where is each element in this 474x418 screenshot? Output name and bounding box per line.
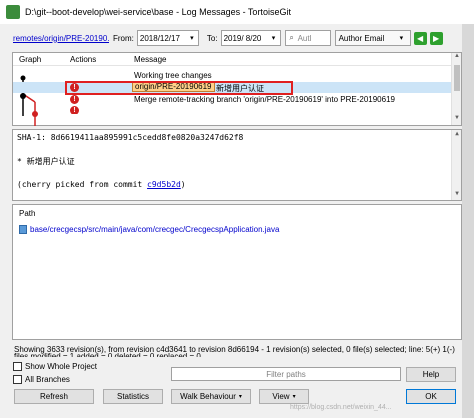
cherry-suffix: ) bbox=[180, 180, 186, 189]
from-date-picker[interactable]: 2018/12/17 ▾ bbox=[136, 30, 199, 46]
chevron-down-icon: ▾ bbox=[238, 394, 242, 400]
commit-message: Merge remote-tracking branch 'origin/PRE… bbox=[134, 95, 395, 104]
filter-paths-input[interactable]: Filter paths bbox=[171, 367, 401, 381]
previous-arrow-button[interactable]: ◀ bbox=[413, 31, 427, 45]
chevron-down-icon: ▾ bbox=[399, 35, 404, 42]
all-branches-checkbox[interactable]: All Branches bbox=[13, 375, 70, 384]
from-label: From: bbox=[113, 33, 134, 43]
cherry-prefix: (cherry picked from commit bbox=[17, 180, 148, 189]
window-title: D:\git--boot-develop\wei-service\base - … bbox=[25, 7, 291, 17]
scroll-up-icon[interactable]: ▲ bbox=[452, 130, 462, 140]
watermark-text: https://blog.csdn.net/weixin_44... bbox=[290, 404, 392, 411]
modified-icon: ! bbox=[70, 95, 79, 104]
title-bar: D:\git--boot-develop\wei-service\base - … bbox=[0, 0, 474, 24]
column-header-message[interactable]: Message bbox=[134, 55, 166, 64]
checkbox-box[interactable] bbox=[13, 362, 22, 371]
changed-paths-panel[interactable]: Path base/crecgecsp/src/main/java/com/cr… bbox=[12, 204, 462, 340]
file-path[interactable]: base/crecgecsp/src/main/java/com/crecgec… bbox=[30, 225, 279, 234]
log-row[interactable]: Working tree changes bbox=[13, 70, 461, 81]
view-button[interactable]: View ▾ bbox=[259, 389, 309, 404]
file-row[interactable]: base/crecgecsp/src/main/java/com/crecgec… bbox=[19, 225, 279, 234]
scroll-thumb[interactable] bbox=[454, 65, 460, 91]
search-icon: ⌕ bbox=[289, 33, 294, 42]
next-arrow-button[interactable]: ▶ bbox=[429, 31, 443, 45]
sha-line: SHA-1: 8d6619411aa895991c5cedd8fe0820a32… bbox=[17, 133, 244, 142]
log-row[interactable]: ! Merge remote-tracking branch 'origin/P… bbox=[13, 94, 461, 105]
log-list[interactable]: Graph Actions Message Working tree chang… bbox=[12, 52, 462, 126]
modified-icon: ! bbox=[70, 106, 79, 114]
highlight-annotation bbox=[65, 81, 293, 95]
calendar-dropdown-icon[interactable]: ▾ bbox=[268, 31, 280, 45]
scroll-down-icon[interactable]: ▼ bbox=[452, 190, 462, 200]
to-date-picker[interactable]: 2019/ 8/20 ▾ bbox=[220, 30, 281, 46]
column-header-actions[interactable]: Actions bbox=[70, 55, 96, 64]
log-list-header: Graph Actions Message bbox=[13, 53, 461, 66]
commit-subject: * 新增用户认证 bbox=[17, 157, 75, 166]
all-branches-label: All Branches bbox=[25, 375, 70, 384]
column-header-graph[interactable]: Graph bbox=[19, 55, 41, 64]
commit-message: Working tree changes bbox=[134, 71, 212, 80]
tortoisegit-icon bbox=[6, 5, 20, 19]
view-label: View bbox=[272, 392, 290, 401]
from-date-value: 2018/12/17 bbox=[139, 33, 180, 43]
ok-button[interactable]: OK bbox=[406, 389, 456, 404]
log-row-partial[interactable]: ! bbox=[13, 106, 461, 114]
statistics-button[interactable]: Statistics bbox=[103, 389, 163, 404]
walk-behaviour-label: Walk Behaviour bbox=[180, 392, 236, 401]
log-scrollbar[interactable]: ▲ ▼ bbox=[451, 53, 461, 125]
walk-behaviour-button[interactable]: Walk Behaviour ▾ bbox=[171, 389, 251, 404]
search-field-value: Author Email bbox=[338, 33, 385, 43]
toolbar: remotes/origin/PRE-20190... From: 2018/1… bbox=[0, 27, 462, 49]
search-input[interactable]: ⌕ Autl bbox=[284, 30, 331, 46]
status-text-secondary: files modified = 1 added = 0 deleted = 0… bbox=[14, 353, 462, 357]
cherry-hash-link[interactable]: c9d5b2d bbox=[147, 180, 181, 189]
show-whole-project-label: Show Whole Project bbox=[25, 362, 98, 371]
search-field-select[interactable]: Author Email ▾ bbox=[334, 30, 411, 46]
show-whole-project-checkbox[interactable]: Show Whole Project bbox=[13, 362, 97, 371]
filter-paths-placeholder: Filter paths bbox=[266, 369, 306, 379]
refresh-button[interactable]: Refresh bbox=[14, 389, 94, 404]
help-button[interactable]: Help bbox=[406, 367, 456, 382]
calendar-dropdown-icon[interactable]: ▾ bbox=[186, 31, 198, 45]
detail-scrollbar[interactable]: ▲ ▼ bbox=[451, 130, 461, 200]
column-header-path[interactable]: Path bbox=[19, 209, 35, 218]
scroll-up-icon[interactable]: ▲ bbox=[452, 53, 462, 63]
scroll-down-icon[interactable]: ▼ bbox=[452, 115, 462, 125]
java-file-icon bbox=[19, 225, 27, 234]
to-date-value: 2019/ 8/20 bbox=[223, 33, 262, 43]
search-placeholder: Autl bbox=[297, 33, 312, 43]
cherry-pick-note: (cherry picked from commit c9d5b2d) bbox=[17, 180, 186, 189]
to-label: To: bbox=[206, 33, 218, 43]
branch-selector-link[interactable]: remotes/origin/PRE-20190... bbox=[13, 34, 109, 43]
chevron-down-icon: ▾ bbox=[292, 394, 296, 400]
background-window-edge bbox=[462, 24, 474, 418]
checkbox-box[interactable] bbox=[13, 375, 22, 384]
commit-detail-panel[interactable]: SHA-1: 8d6619411aa895991c5cedd8fe0820a32… bbox=[12, 129, 462, 201]
